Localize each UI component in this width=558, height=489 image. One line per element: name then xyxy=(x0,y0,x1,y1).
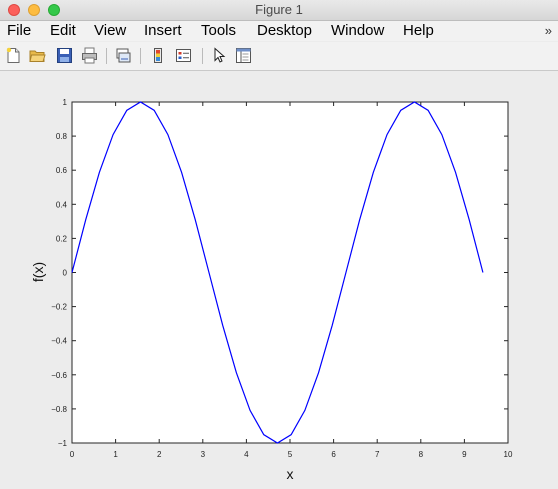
menu-tools[interactable]: Tools xyxy=(201,22,236,39)
window-title: Figure 1 xyxy=(255,2,303,17)
figure-canvas: 0 1 2 3 4 5 6 7 8 9 10 −1 −0.8 −0.6 −0.4 −0.2 0 0.2 0.4 0.6… xyxy=(0,71,558,489)
y-tick-label: 0.4 xyxy=(56,200,68,209)
y-tick-label: −0.4 xyxy=(51,337,67,346)
menu-desktop[interactable]: Desktop xyxy=(257,22,312,39)
y-tick-label: 0 xyxy=(63,269,68,278)
menu-insert[interactable]: Insert xyxy=(144,22,182,39)
x-tick-label: 8 xyxy=(419,450,424,459)
x-tick-label: 4 xyxy=(244,450,249,459)
toolbar-separator xyxy=(106,48,107,64)
y-tick-label: 1 xyxy=(63,98,68,107)
print-icon[interactable] xyxy=(81,47,98,64)
y-tick-label: −1 xyxy=(58,439,68,448)
x-tick-label: 7 xyxy=(375,450,380,459)
y-axis-label: f(x) xyxy=(30,262,46,282)
link-icon[interactable] xyxy=(115,47,132,64)
x-tick-label: 2 xyxy=(157,450,162,459)
x-tick-label: 0 xyxy=(70,450,75,459)
toolbar-separator xyxy=(140,48,141,64)
x-tick-label: 9 xyxy=(462,450,467,459)
double-chevron-right-icon[interactable]: » xyxy=(545,23,552,38)
x-tick-label: 1 xyxy=(113,450,118,459)
x-tick-label: 5 xyxy=(288,450,293,459)
menu-file[interactable]: File xyxy=(7,22,31,39)
save-icon[interactable] xyxy=(56,47,73,64)
pointer-icon[interactable] xyxy=(211,47,228,64)
y-tick-label: 0.2 xyxy=(56,234,68,243)
property-editor-icon[interactable] xyxy=(235,47,252,64)
menu-view[interactable]: View xyxy=(94,22,126,39)
plot-svg: 0 1 2 3 4 5 6 7 8 9 10 −1 −0.8 −0.6 −0.4 −0.2 0 0.2 0.4 0.6… xyxy=(30,98,513,482)
legend-icon[interactable] xyxy=(175,47,192,64)
x-tick-label: 10 xyxy=(504,450,513,459)
x-tick-label: 3 xyxy=(201,450,206,459)
toolbar-separator xyxy=(202,48,203,64)
axes-box[interactable] xyxy=(71,101,509,444)
menu-edit[interactable]: Edit xyxy=(50,22,76,39)
x-tick-label: 6 xyxy=(331,450,336,459)
colorbar-icon[interactable] xyxy=(150,47,167,64)
figure-toolbar xyxy=(0,42,558,71)
menu-window[interactable]: Window xyxy=(331,22,384,39)
window-titlebar: Figure 1 xyxy=(0,0,558,21)
menu-bar: File Edit View Insert Tools Desktop Wind… xyxy=(0,21,558,41)
menu-help[interactable]: Help xyxy=(403,22,434,39)
y-tick-label: −0.6 xyxy=(51,371,67,380)
y-tick-label: 0.6 xyxy=(56,166,68,175)
open-file-icon[interactable] xyxy=(29,47,46,64)
new-figure-icon[interactable] xyxy=(5,47,22,64)
y-tick-label: −0.8 xyxy=(51,405,67,414)
y-tick-label: 0.8 xyxy=(56,132,68,141)
y-tick-label: −0.2 xyxy=(51,303,67,312)
x-axis-label: x xyxy=(287,466,294,482)
